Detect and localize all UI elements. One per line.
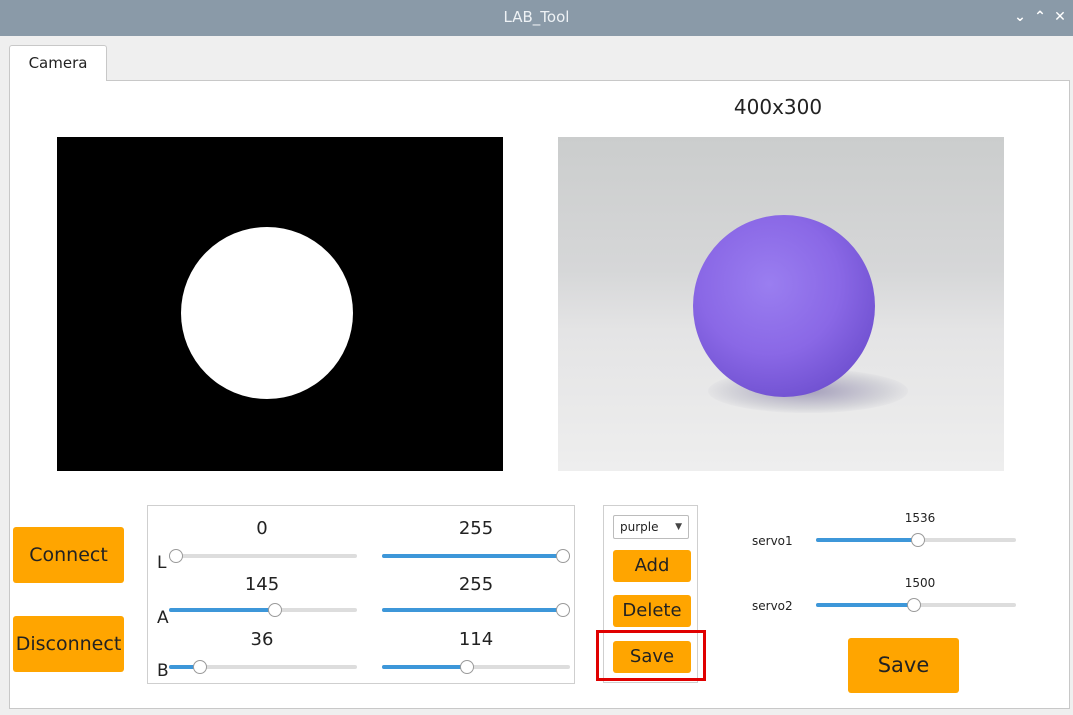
save-servo-button[interactable]: Save [848, 638, 959, 693]
a-min-slider[interactable] [169, 603, 357, 617]
mask-preview [57, 137, 503, 471]
b-min-value: 36 [250, 629, 274, 650]
b-max-value: 114 [458, 629, 494, 650]
slider-handle[interactable] [193, 660, 207, 674]
window-titlebar: LAB_Tool ⌄ ⌃ ✕ [0, 0, 1073, 36]
servo1-value: 1536 [904, 511, 936, 525]
add-button[interactable]: Add [613, 550, 691, 582]
app-window: Camera 400x300 Connect Disconnect 0 255 … [0, 36, 1073, 715]
servo2-label: servo2 [752, 599, 793, 613]
l-min-slider[interactable] [169, 549, 357, 563]
l-max-value: 255 [458, 518, 494, 539]
dropdown-arrow-icon: ▼ [675, 522, 682, 532]
mask-blob [181, 227, 353, 399]
slider-handle[interactable] [556, 603, 570, 617]
window-title: LAB_Tool [503, 8, 570, 26]
l-max-slider[interactable] [382, 549, 570, 563]
a-channel-label: A [157, 608, 169, 628]
slider-handle[interactable] [911, 533, 925, 547]
purple-ball [693, 215, 875, 397]
delete-button[interactable]: Delete [613, 595, 691, 627]
servo2-slider[interactable] [816, 598, 1016, 612]
slider-handle[interactable] [460, 660, 474, 674]
servo2-value: 1500 [904, 576, 936, 590]
b-channel-label: B [157, 661, 169, 681]
tab-camera[interactable]: Camera [9, 45, 107, 81]
maximize-icon[interactable]: ⌃ [1031, 8, 1049, 26]
b-min-slider[interactable] [169, 660, 357, 674]
slider-handle[interactable] [907, 598, 921, 612]
color-select[interactable]: purple ▼ [613, 515, 689, 539]
minimize-icon[interactable]: ⌄ [1011, 8, 1029, 26]
color-select-value: purple [620, 520, 659, 534]
slider-handle[interactable] [268, 603, 282, 617]
a-min-value: 145 [244, 574, 280, 595]
slider-handle[interactable] [556, 549, 570, 563]
l-min-value: 0 [256, 518, 268, 539]
resolution-label: 400x300 [733, 95, 823, 119]
close-icon[interactable]: ✕ [1051, 8, 1069, 26]
slider-handle[interactable] [169, 549, 183, 563]
l-channel-label: L [157, 553, 167, 573]
highlight-box [596, 630, 706, 681]
disconnect-button[interactable]: Disconnect [13, 616, 124, 672]
servo1-slider[interactable] [816, 533, 1016, 547]
a-max-value: 255 [458, 574, 494, 595]
connect-button[interactable]: Connect [13, 527, 124, 583]
b-max-slider[interactable] [382, 660, 570, 674]
camera-preview [558, 137, 1004, 471]
servo1-label: servo1 [752, 534, 793, 548]
a-max-slider[interactable] [382, 603, 570, 617]
